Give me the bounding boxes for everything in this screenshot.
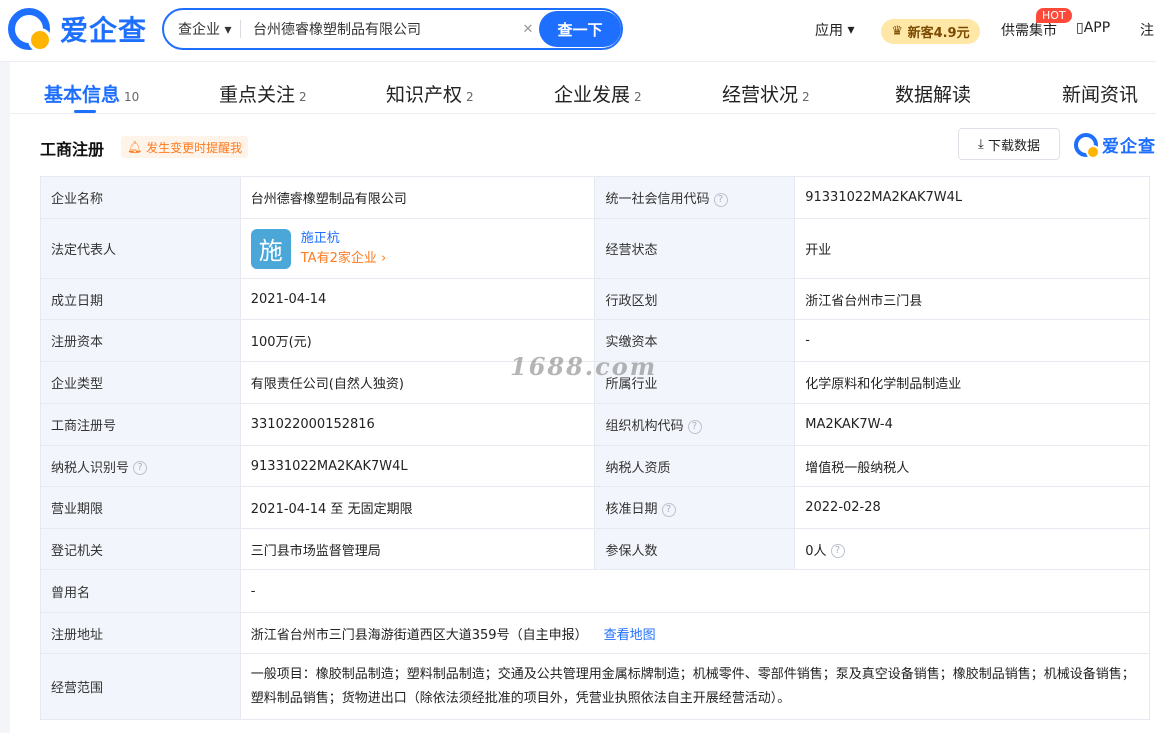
table-row: 登记机关 三门县市场监督管理局 参保人数 0人?	[41, 529, 1150, 570]
field-label: 登记机关	[41, 529, 241, 570]
field-label: 成立日期	[41, 279, 241, 320]
help-icon[interactable]: ?	[714, 193, 728, 207]
reg-number-value: 331022000152816	[240, 404, 595, 446]
watermark-text: 1688.com	[510, 352, 657, 381]
table-row: 经营范围 一般项目：橡胶制品制造；塑料制品制造；交通及公共管理用金属标牌制造；机…	[41, 654, 1150, 720]
region-value: 浙江省台州市三门县	[795, 279, 1150, 320]
field-label: 统一社会信用代码?	[595, 177, 795, 219]
table-row: 注册地址 浙江省台州市三门县海游街道西区大道359号（自主申报）查看地图	[41, 613, 1150, 654]
legal-rep-cell: 施 施正杭 TA有2家企业 ›	[240, 219, 595, 279]
field-label: 组织机构代码?	[595, 404, 795, 446]
taxpayer-type-value: 增值税一般纳税人	[795, 446, 1150, 487]
view-map-link[interactable]: 查看地图	[604, 628, 656, 643]
paid-capital-value: -	[795, 320, 1150, 362]
phone-icon: ▯	[1076, 20, 1084, 36]
change-remind-button[interactable]: 🔔︎ 发生变更时提醒我	[121, 136, 248, 158]
tax-id-value: 91331022MA2KAK7W4L	[240, 446, 595, 487]
field-label: 注册地址	[41, 613, 241, 654]
top-bar: 爱企查 查企业 ▾ ✕ 查一下 应用 ▾ ♛ 新客4.9元 供需集市 HOT ▯…	[0, 0, 1156, 62]
nav-apps[interactable]: 应用 ▾	[815, 20, 854, 40]
bell-icon: 🔔︎	[127, 140, 142, 154]
approve-date-value: 2022-02-28	[795, 487, 1150, 529]
help-icon[interactable]: ?	[688, 420, 702, 434]
brand-logo: 爱企查	[1074, 132, 1156, 157]
logo-icon	[1074, 133, 1098, 157]
search-input[interactable]	[253, 21, 508, 37]
insured-count-cell: 0人?	[795, 529, 1150, 570]
nav-cut-item[interactable]: 注	[1140, 20, 1154, 40]
hot-badge: HOT	[1036, 8, 1072, 23]
tab-development[interactable]: 企业发展2	[554, 80, 642, 107]
field-label: 营业期限	[41, 487, 241, 529]
former-name-value: -	[240, 570, 1149, 613]
field-label: 纳税人资质	[595, 446, 795, 487]
tab-data-insight[interactable]: 数据解读	[895, 80, 971, 107]
search-box: 查企业 ▾ ✕ 查一下	[162, 8, 623, 50]
address-cell: 浙江省台州市三门县海游街道西区大道359号（自主申报）查看地图	[240, 613, 1149, 654]
help-icon[interactable]: ?	[831, 544, 845, 558]
registration-card: 工商注册 🔔︎ 发生变更时提醒我 ⤓ 下载数据 爱企查 企业名称 台州德睿橡塑制…	[10, 114, 1156, 733]
status-value: 开业	[795, 219, 1150, 279]
tab-basic-info[interactable]: 基本信息10	[44, 80, 139, 107]
field-label: 曾用名	[41, 570, 241, 613]
field-label: 经营范围	[41, 654, 241, 720]
registration-authority-value: 三门县市场监督管理局	[240, 529, 595, 570]
rep-companies-link[interactable]: TA有2家企业 ›	[301, 249, 386, 269]
table-row: 成立日期 2021-04-14 行政区划 浙江省台州市三门县	[41, 279, 1150, 320]
tab-operations[interactable]: 经营状况2	[722, 80, 810, 107]
table-row: 法定代表人 施 施正杭 TA有2家企业 › 经营状态 开业	[41, 219, 1150, 279]
field-label: 经营状态	[595, 219, 795, 279]
field-label: 核准日期?	[595, 487, 795, 529]
table-row: 营业期限 2021-04-14 至 无固定期限 核准日期? 2022-02-28	[41, 487, 1150, 529]
site-logo[interactable]: 爱企查	[8, 9, 147, 49]
search-type-select[interactable]: 查企业 ▾	[178, 19, 240, 39]
field-label: 参保人数	[595, 529, 795, 570]
found-date-value: 2021-04-14	[240, 279, 595, 320]
tab-news[interactable]: 新闻资讯	[1062, 80, 1138, 107]
field-label: 注册资本	[41, 320, 241, 362]
credit-code-value: 91331022MA2KAK7W4L	[795, 177, 1150, 219]
avatar[interactable]: 施	[251, 229, 291, 269]
org-code-value: MA2KAK7W-4	[795, 404, 1150, 446]
field-label: 企业类型	[41, 362, 241, 404]
nav-app[interactable]: ▯APP	[1076, 20, 1110, 36]
field-label: 工商注册号	[41, 404, 241, 446]
table-row: 纳税人识别号? 91331022MA2KAK7W4L 纳税人资质 增值税一般纳税…	[41, 446, 1150, 487]
table-row: 曾用名 -	[41, 570, 1150, 613]
legal-rep-link[interactable]: 施正杭	[301, 229, 386, 249]
logo-text: 爱企查	[60, 9, 147, 49]
help-icon[interactable]: ?	[662, 503, 676, 517]
section-title: 工商注册	[40, 136, 104, 160]
field-label: 法定代表人	[41, 219, 241, 279]
crown-icon: ♛	[891, 24, 903, 39]
business-term-value: 2021-04-14 至 无固定期限	[240, 487, 595, 529]
active-tab-indicator	[74, 110, 96, 113]
logo-icon	[8, 8, 50, 50]
search-button[interactable]: 查一下	[539, 11, 621, 47]
business-scope-value: 一般项目：橡胶制品制造；塑料制品制造；交通及公共管理用金属标牌制造；机械零件、零…	[240, 654, 1149, 720]
field-label: 行政区划	[595, 279, 795, 320]
download-icon: ⤓	[978, 137, 984, 152]
tab-key-focus[interactable]: 重点关注2	[219, 80, 307, 107]
registration-table: 企业名称 台州德睿橡塑制品有限公司 统一社会信用代码? 91331022MA2K…	[40, 176, 1150, 720]
section-tabs: 基本信息10 重点关注2 知识产权2 企业发展2 经营状况2 数据解读 新闻资讯	[10, 62, 1156, 114]
field-label: 企业名称	[41, 177, 241, 219]
tab-ip[interactable]: 知识产权2	[386, 80, 474, 107]
table-row: 企业名称 台州德睿橡塑制品有限公司 统一社会信用代码? 91331022MA2K…	[41, 177, 1150, 219]
company-name-value: 台州德睿橡塑制品有限公司	[240, 177, 595, 219]
field-label: 纳税人识别号?	[41, 446, 241, 487]
table-row: 工商注册号 331022000152816 组织机构代码? MA2KAK7W-4	[41, 404, 1150, 446]
vip-promo-button[interactable]: ♛ 新客4.9元	[881, 19, 980, 44]
industry-value: 化学原料和化学制品制造业	[795, 362, 1150, 404]
nav-market[interactable]: 供需集市	[1001, 20, 1057, 40]
download-data-button[interactable]: ⤓ 下载数据	[958, 128, 1060, 160]
search-divider	[240, 20, 241, 38]
clear-icon[interactable]: ✕	[519, 22, 537, 37]
help-icon[interactable]: ?	[133, 461, 147, 475]
